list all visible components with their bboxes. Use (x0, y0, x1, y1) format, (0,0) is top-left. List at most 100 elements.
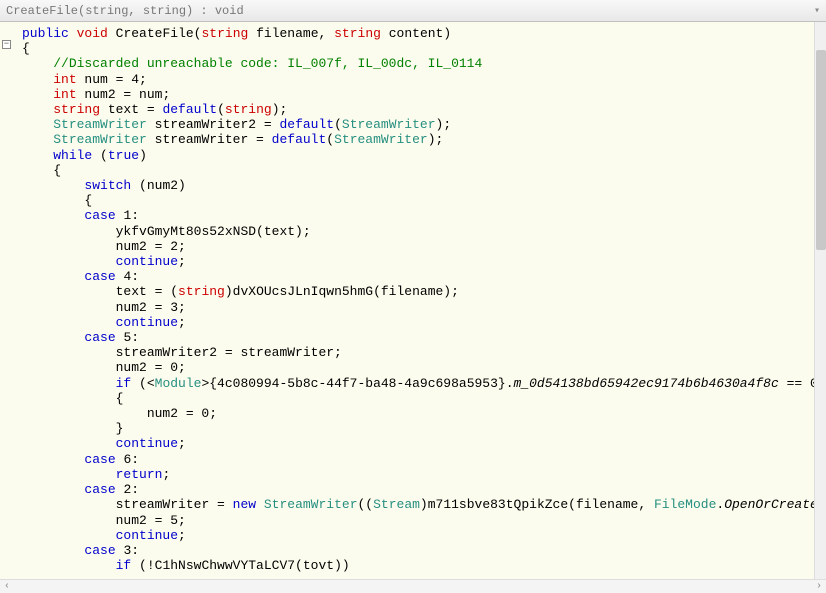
paren4: ); (436, 117, 452, 132)
kw-int2: int (53, 87, 76, 102)
param1: filename, (248, 26, 334, 41)
kw-while: while (53, 148, 92, 163)
assign5: num2 = 0; (147, 406, 217, 421)
kw-string: string (201, 26, 248, 41)
switch-expr: (num2) (131, 178, 186, 193)
decl-num2: num2 = num; (77, 87, 171, 102)
while-paren2: ) (139, 148, 147, 163)
paren5: ( (326, 132, 334, 147)
kw-string3: string (53, 102, 100, 117)
ctor-args: )m711sbve83tQpikZce(filename, (420, 497, 654, 512)
case5-val: 5: (116, 330, 139, 345)
gutter: − (0, 22, 16, 579)
paren: ( (217, 102, 225, 117)
kw-default2: default (279, 117, 334, 132)
semi4: ; (162, 467, 170, 482)
breadcrumb-text[interactable]: CreateFile(string, string) : void (6, 4, 244, 18)
assign2: num2 = 3; (116, 300, 186, 315)
type-sw2: StreamWriter (342, 117, 436, 132)
param2: content) (381, 26, 451, 41)
sw-assign: streamWriter = (116, 497, 233, 512)
kw-if: if (116, 376, 132, 391)
kw-default: default (162, 102, 217, 117)
if-open: (< (131, 376, 154, 391)
kw-case3: case (84, 543, 115, 558)
vertical-scrollbar-thumb[interactable] (816, 50, 826, 250)
brace3: { (116, 391, 124, 406)
vertical-scrollbar[interactable] (814, 22, 826, 579)
semi3: ; (178, 436, 186, 451)
assign-text: text = ( (116, 284, 178, 299)
call1: ykfvGmyMt80s52xNSD(text); (116, 224, 311, 239)
assign1: num2 = 2; (116, 239, 186, 254)
comment: //Discarded unreachable code: IL_007f, I… (53, 56, 482, 71)
case4-val: 4: (116, 269, 139, 284)
kw-continue1: continue (116, 254, 178, 269)
kw-string4: string (225, 102, 272, 117)
assign6: num2 = 5; (116, 513, 186, 528)
kw-return: return (116, 467, 163, 482)
kw-int: int (53, 72, 76, 87)
method-name: CreateFile( (116, 26, 202, 41)
sp (256, 497, 264, 512)
kw-case4: case (84, 269, 115, 284)
kw-if2: if (116, 558, 132, 573)
case1-val: 1: (116, 208, 139, 223)
kw-case6: case (84, 452, 115, 467)
if-close: == 0) (779, 376, 814, 391)
type-filemode: FileMode (654, 497, 716, 512)
kw-continue2: continue (116, 315, 178, 330)
paren2: ); (272, 102, 288, 117)
code-editor[interactable]: − public void CreateFile(string filename… (0, 22, 826, 579)
breadcrumb-bar: CreateFile(string, string) : void ▾ (0, 0, 826, 22)
brace: { (53, 163, 61, 178)
kw-continue4: continue (116, 528, 178, 543)
paren6: ); (428, 132, 444, 147)
if2-expr: (!C1hNswChwwVYTaLCV7(tovt)) (131, 558, 349, 573)
semi5: ; (178, 528, 186, 543)
dropdown-icon[interactable]: ▾ (814, 5, 820, 17)
type-sw3: StreamWriter (53, 132, 147, 147)
while-paren: ( (92, 148, 108, 163)
scroll-left-arrow[interactable]: ‹ (0, 581, 14, 592)
type-sw4: StreamWriter (334, 132, 428, 147)
fold-toggle[interactable]: − (2, 40, 11, 49)
member-openorcreate: OpenOrCreate (724, 497, 814, 512)
kw-case2: case (84, 482, 115, 497)
type-sw: StreamWriter (53, 117, 147, 132)
decl-num: num = 4; (77, 72, 147, 87)
ctor-open: (( (358, 497, 374, 512)
brace-open: { (22, 41, 30, 56)
assign3: streamWriter2 = streamWriter; (116, 345, 342, 360)
kw-continue3: continue (116, 436, 178, 451)
kw-new: new (233, 497, 256, 512)
case3-val: 3: (116, 543, 139, 558)
scroll-right-arrow[interactable]: › (812, 581, 826, 592)
paren3: ( (334, 117, 342, 132)
case2-val: 2: (116, 482, 139, 497)
semi1: ; (178, 254, 186, 269)
call2: )dvXOUcsJLnIqwn5hmG(filename); (225, 284, 459, 299)
module-type: Module (155, 376, 202, 391)
cast-string: string (178, 284, 225, 299)
case6-val: 6: (116, 452, 139, 467)
type-sw5: StreamWriter (264, 497, 358, 512)
decl-sw: streamWriter = (147, 132, 272, 147)
type-stream: Stream (373, 497, 420, 512)
kw-string2: string (334, 26, 381, 41)
member-field: m_0d54138bd65942ec9174b6b4630a4f8c (514, 376, 779, 391)
kw-public: public (22, 26, 69, 41)
assign4: num2 = 0; (116, 360, 186, 375)
brace4: } (116, 421, 124, 436)
decl-sw2: streamWriter2 = (147, 117, 280, 132)
kw-switch: switch (84, 178, 131, 193)
kw-void: void (77, 26, 108, 41)
horizontal-scrollbar[interactable]: ‹ › (0, 579, 826, 593)
code-area[interactable]: public void CreateFile(string filename, … (16, 22, 814, 579)
kw-true: true (108, 148, 139, 163)
kw-default3: default (272, 132, 327, 147)
kw-case1: case (84, 208, 115, 223)
decl-text: text = (100, 102, 162, 117)
kw-case5: case (84, 330, 115, 345)
guid: >{4c080994-5b8c-44f7-ba48-4a9c698a5953}. (201, 376, 513, 391)
